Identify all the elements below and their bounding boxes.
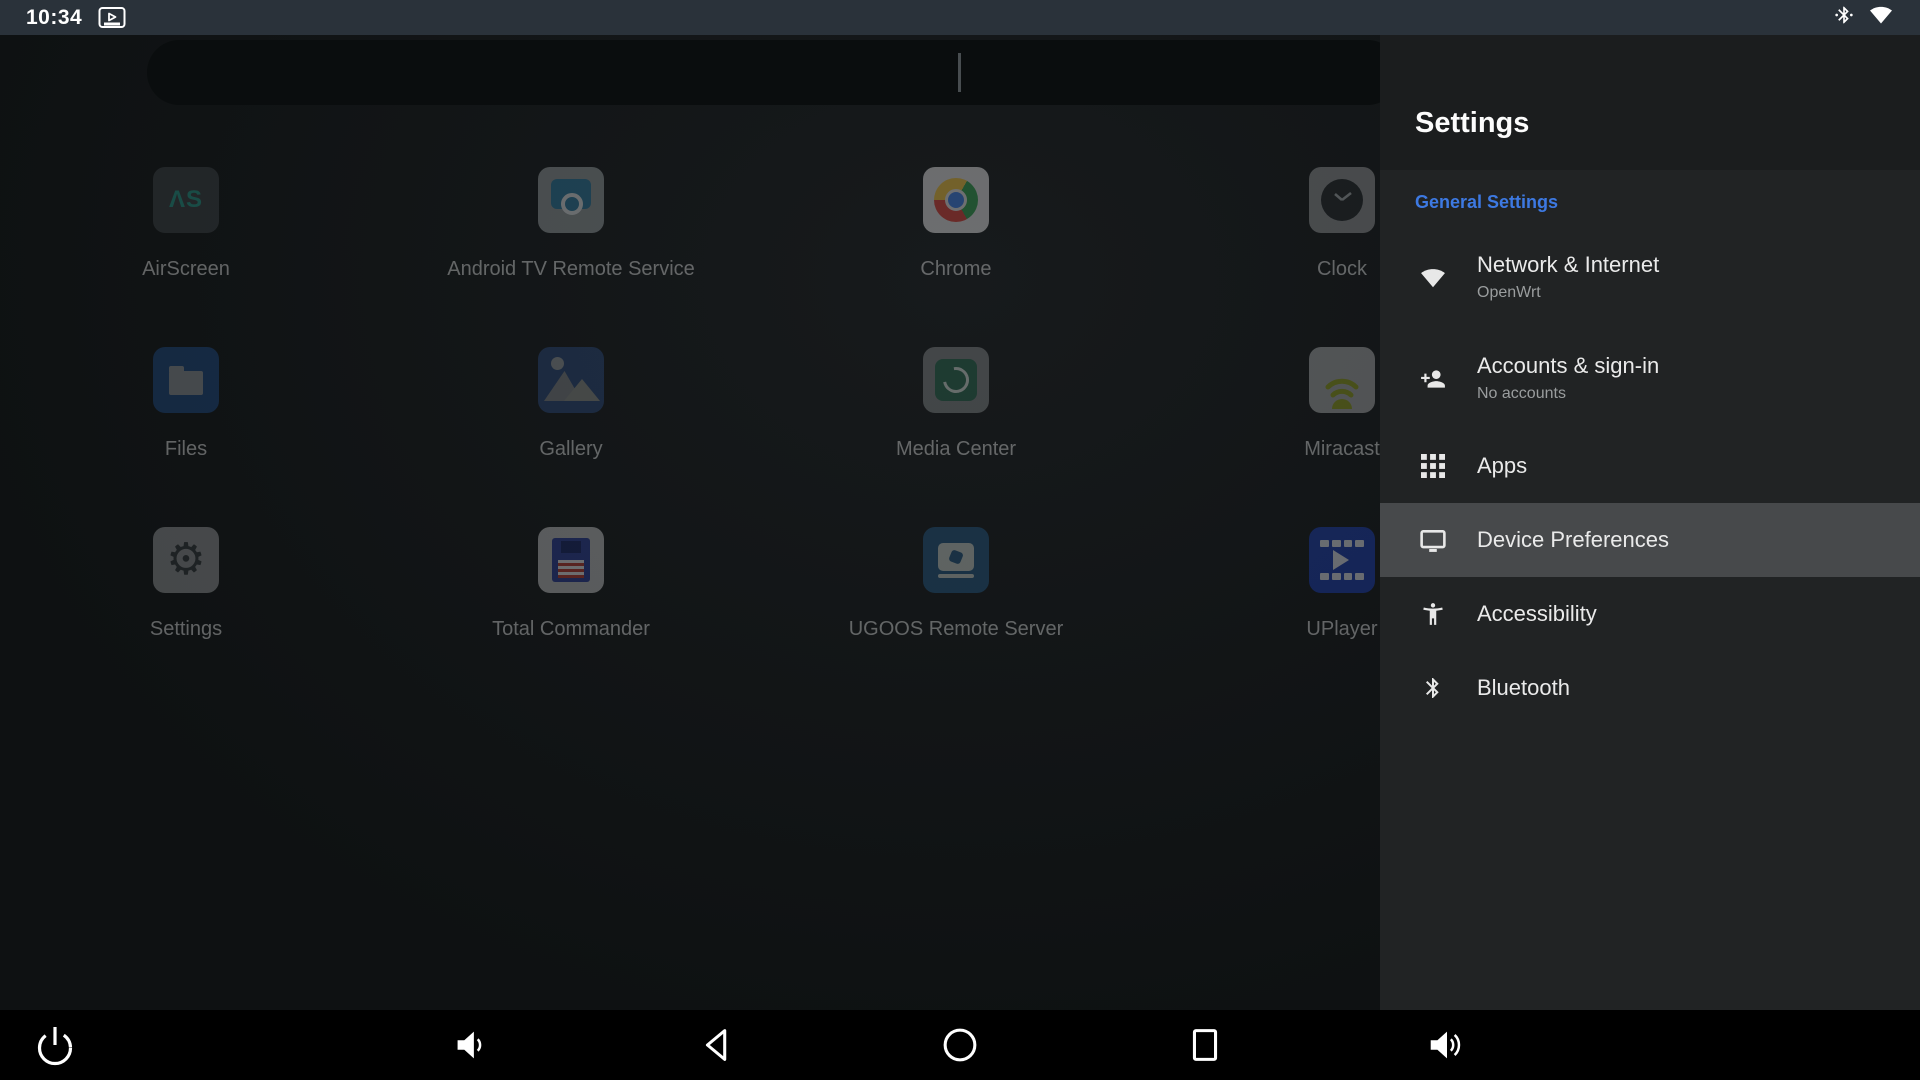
media-center-icon (923, 347, 989, 413)
wifi-icon (1420, 265, 1446, 291)
app-settings[interactable]: ⚙ Settings (36, 527, 336, 641)
settings-list: General Settings Network & Internet Open… (1380, 170, 1920, 725)
total-commander-icon (538, 527, 604, 593)
tv-icon (1420, 527, 1446, 553)
app-label: UGOOS Remote Server (806, 617, 1106, 641)
app-label: Files (36, 437, 336, 461)
app-label: Android TV Remote Service (421, 257, 721, 281)
accessibility-icon (1420, 601, 1446, 627)
clock-icon (1309, 167, 1375, 233)
power-button[interactable] (30, 1020, 80, 1070)
app-label: Settings (36, 617, 336, 641)
settings-panel: Settings General Settings Network & Inte… (1380, 35, 1920, 1010)
home-button[interactable] (937, 1022, 983, 1068)
app-chrome[interactable]: Chrome (806, 167, 1106, 281)
status-bar: 10:34 (0, 0, 1920, 35)
chrome-icon (923, 167, 989, 233)
settings-gear-icon: ⚙ (153, 527, 219, 593)
pip-play-icon (98, 6, 126, 30)
item-label: Device Preferences (1477, 527, 1669, 553)
app-label: Chrome (806, 257, 1106, 281)
uplayer-icon (1309, 527, 1375, 593)
airscreen-icon: ΛS (153, 167, 219, 233)
gallery-icon (538, 347, 604, 413)
item-label: Bluetooth (1477, 675, 1570, 701)
panel-title: Settings (1415, 107, 1529, 140)
miracast-icon (1309, 347, 1375, 413)
person-add-icon (1420, 366, 1446, 392)
recents-button[interactable] (1182, 1022, 1228, 1068)
settings-item-device-preferences[interactable]: Device Preferences (1380, 503, 1920, 577)
clock-time: 10:34 (26, 6, 82, 30)
settings-item-bluetooth[interactable]: Bluetooth (1380, 651, 1920, 725)
files-icon (153, 347, 219, 413)
ugoos-icon (923, 527, 989, 593)
apps-grid-icon (1420, 453, 1446, 479)
app-label: AirScreen (36, 257, 336, 281)
app-gallery[interactable]: Gallery (421, 347, 721, 461)
app-ugoos-remote-server[interactable]: UGOOS Remote Server (806, 527, 1106, 641)
app-label: Total Commander (421, 617, 721, 641)
item-label: Accounts & sign-in (1477, 353, 1659, 379)
app-android-tv-remote-service[interactable]: Android TV Remote Service (421, 167, 721, 281)
wifi-status-icon (1868, 4, 1894, 31)
settings-item-accounts-sign-in[interactable]: Accounts & sign-in No accounts (1380, 328, 1920, 429)
android-tv-home-screen: 10:34 (0, 0, 1920, 1080)
item-label: Network & Internet (1477, 252, 1659, 278)
item-label: Accessibility (1477, 601, 1597, 627)
settings-item-network-internet[interactable]: Network & Internet OpenWrt (1380, 227, 1920, 328)
settings-panel-header: Settings (1380, 35, 1920, 170)
volume-down-button[interactable] (448, 1022, 494, 1068)
atv-remote-icon (538, 167, 604, 233)
bluetooth-status-icon (1834, 5, 1854, 30)
nav-bar (0, 1010, 1920, 1080)
app-label: Gallery (421, 437, 721, 461)
settings-item-apps[interactable]: Apps (1380, 429, 1920, 503)
bluetooth-icon (1420, 675, 1446, 701)
item-sublabel: No accounts (1477, 384, 1659, 404)
settings-item-accessibility[interactable]: Accessibility (1380, 577, 1920, 651)
app-total-commander[interactable]: Total Commander (421, 527, 721, 641)
app-files[interactable]: Files (36, 347, 336, 461)
volume-up-button[interactable] (1423, 1022, 1471, 1068)
app-label: Media Center (806, 437, 1106, 461)
app-airscreen[interactable]: ΛS AirScreen (36, 167, 336, 281)
section-header-general-settings: General Settings (1380, 192, 1920, 227)
item-label: Apps (1477, 453, 1527, 479)
app-media-center[interactable]: Media Center (806, 347, 1106, 461)
item-sublabel: OpenWrt (1477, 283, 1659, 303)
back-button[interactable] (695, 1022, 741, 1068)
